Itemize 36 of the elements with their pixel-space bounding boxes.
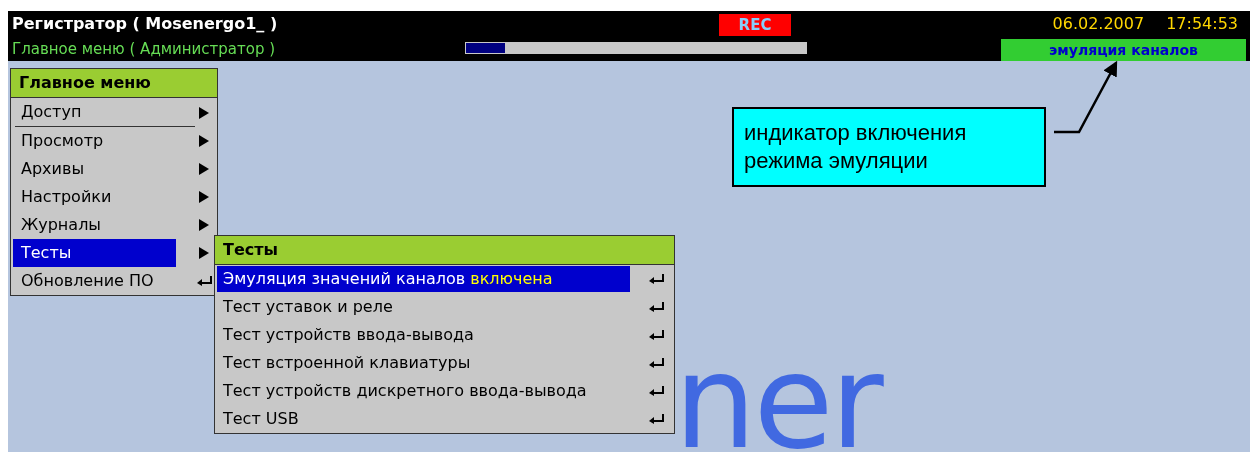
enter-icon [648,358,664,368]
triangle-icon [198,134,210,148]
menu-title: Главное меню [11,69,217,98]
menu-item[interactable]: Просмотр [13,127,176,155]
menu-item[interactable]: Тест встроенной клавиатуры [217,350,630,376]
date-text: 06.02.2007 [1052,14,1145,33]
triangle-icon [198,105,210,120]
triangle-icon [198,246,210,260]
time-text: 17:54:53 [1166,14,1238,33]
window-title: Регистратор ( Mosenergo1_ ) [12,14,278,33]
enter-icon [196,276,212,286]
menu-item[interactable]: Тест устройств дискретного ввода-вывода [217,378,630,404]
menu-item[interactable]: Доступ [13,98,176,126]
menu-item[interactable]: Обновление ПО [13,267,176,295]
menu-item[interactable]: Настройки [13,183,176,211]
menu-item[interactable]: Тест USB [217,406,630,432]
emulation-indicator: эмуляция каналов [1001,38,1246,61]
enter-icon [648,274,664,284]
logo-text: ner [674,352,881,452]
menu-item[interactable]: Тест уставок и реле [217,294,630,320]
enter-icon [648,386,664,396]
triangle-icon [198,190,210,204]
menu-item[interactable]: Архивы [13,155,176,183]
triangle-icon [198,162,210,176]
menu-item[interactable]: Эмуляция значений каналов включена [217,266,630,292]
enter-icon [648,330,664,340]
callout-box: индикатор включения режима эмуляции [732,107,1046,187]
triangle-icon [198,218,210,232]
menu-path: Главное меню ( Администратор ) [12,39,276,58]
menu-item[interactable]: Тесты [13,239,176,267]
rec-indicator: REC [719,14,791,36]
menu-item[interactable]: Журналы [13,211,176,239]
menu-title: Тесты [215,236,674,265]
menu-item[interactable]: Тест устройств ввода-вывода [217,322,630,348]
enter-icon [648,302,664,312]
enter-icon [648,414,664,424]
